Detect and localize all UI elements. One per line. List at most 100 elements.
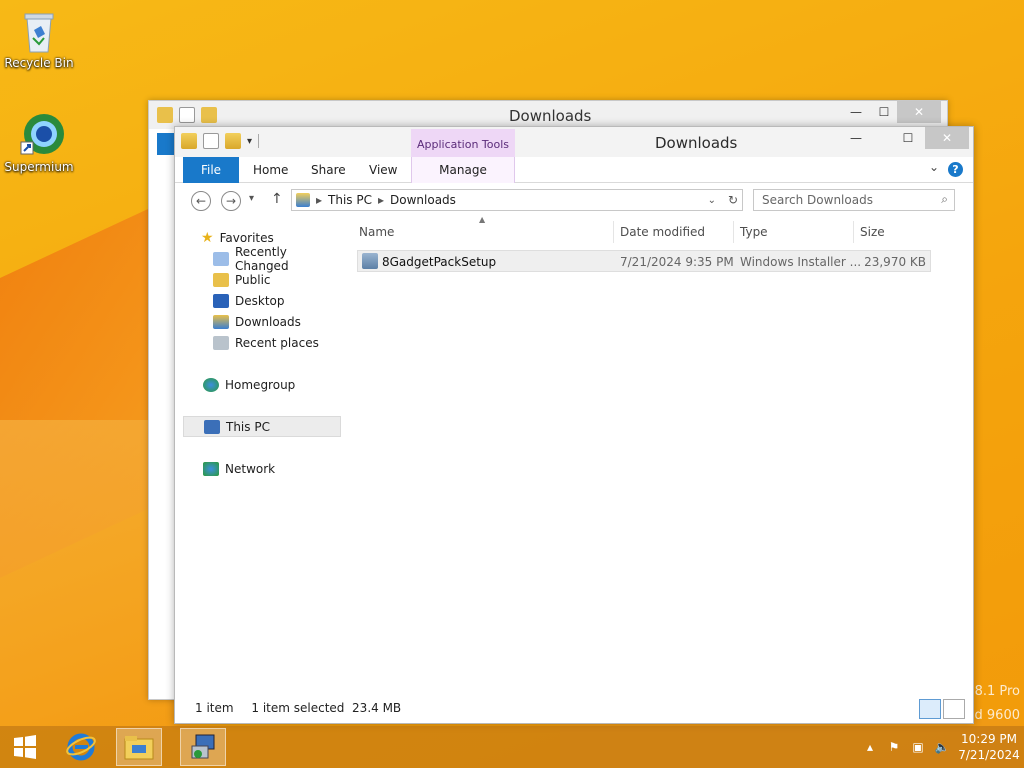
breadcrumb-separator-icon[interactable]: ▸ (378, 193, 384, 207)
customize-toolbar-chevron-icon[interactable]: ▾ (247, 136, 252, 147)
column-header-date[interactable]: Date modified (620, 225, 705, 239)
up-arrow-icon[interactable]: ↑ (271, 191, 283, 207)
window-title: Downloads (655, 134, 738, 152)
downloads-folder-icon (213, 314, 229, 329)
sort-ascending-icon: ▲ (479, 215, 486, 224)
properties-icon[interactable] (179, 107, 195, 123)
nav-desktop[interactable]: Desktop (183, 290, 341, 311)
column-divider[interactable] (853, 221, 854, 243)
help-icon[interactable]: ? (948, 162, 963, 177)
supermium-icon (19, 112, 64, 156)
file-explorer-icon (124, 736, 154, 760)
tab-view[interactable]: View (369, 157, 397, 183)
new-folder-icon[interactable] (225, 133, 241, 149)
search-icon[interactable]: ⌕ (941, 192, 948, 207)
tab-share[interactable]: Share (311, 157, 346, 183)
toolbar-divider (258, 134, 260, 148)
contextual-tab-group-header: Application Tools (411, 129, 515, 157)
file-explorer-button[interactable] (116, 728, 162, 766)
details-view-icon[interactable] (919, 699, 941, 719)
close-button[interactable]: ✕ (925, 127, 969, 149)
large-icons-view-icon[interactable] (943, 699, 965, 719)
os-watermark-line2: d 9600 (974, 708, 1020, 723)
nav-label: Favorites (219, 230, 274, 245)
file-date: 7/21/2024 9:35 PM (620, 255, 734, 269)
nav-label: Desktop (235, 293, 285, 308)
start-button[interactable] (2, 728, 48, 766)
new-folder-icon[interactable] (201, 107, 217, 123)
title-bar[interactable]: ▾ Application Tools Downloads — ☐ ✕ (175, 127, 973, 157)
system-tray: ▴ ⚑ ▣ 🔈 10:29 PM 7/21/2024 (858, 726, 1024, 768)
nav-recently-changed[interactable]: Recently Changed (183, 245, 341, 273)
close-button[interactable]: ✕ (897, 101, 941, 123)
nav-network[interactable]: Network (183, 458, 341, 479)
nav-label: This PC (226, 419, 270, 434)
properties-icon[interactable] (203, 133, 219, 149)
view-toggle (919, 699, 965, 719)
status-selection: 1 item selected 23.4 MB (251, 701, 402, 715)
taskbar: ▴ ⚑ ▣ 🔈 10:29 PM 7/21/2024 (0, 726, 1024, 768)
breadcrumb-downloads[interactable]: Downloads (390, 193, 456, 207)
tab-home[interactable]: Home (253, 157, 288, 183)
clock-date: 7/21/2024 (958, 748, 1020, 762)
network-status-icon[interactable]: ▣ (909, 740, 927, 754)
tab-manage[interactable]: Manage (411, 157, 515, 183)
tab-file[interactable]: File (183, 157, 239, 183)
file-type: Windows Installer ... (740, 255, 862, 269)
clock-time: 10:29 PM (961, 732, 1017, 746)
nav-label: Network (225, 461, 276, 476)
installer-icon (191, 734, 215, 759)
column-header-name[interactable]: Name (359, 225, 394, 239)
status-item-count: 1 item (195, 701, 234, 715)
os-watermark-line1: 8.1 Pro (974, 684, 1020, 699)
status-bar: 1 item 1 item selected 23.4 MB (195, 701, 401, 715)
ribbon-tabs: File Home Share View Manage ⌄ ? (175, 157, 973, 183)
show-hidden-icons-icon[interactable]: ▴ (861, 740, 879, 754)
address-dropdown-icon[interactable]: ⌄ (708, 195, 716, 206)
nav-homegroup[interactable]: Homegroup (183, 374, 341, 395)
nav-label: Homegroup (225, 377, 296, 392)
desktop-icon-label: Recycle Bin (4, 56, 74, 70)
action-center-flag-icon[interactable]: ⚑ (885, 740, 903, 754)
search-placeholder: Search Downloads (762, 193, 873, 207)
refresh-icon[interactable]: ↻ (728, 193, 738, 207)
column-header-type[interactable]: Type (740, 225, 768, 239)
minimize-button[interactable]: — (837, 127, 875, 149)
installer-taskbar-button[interactable] (180, 728, 226, 766)
volume-muted-icon[interactable]: 🔈 (933, 740, 951, 754)
recent-places-icon (213, 335, 229, 350)
breadcrumb-separator-icon: ▸ (316, 193, 323, 207)
downloads-folder-icon (296, 193, 310, 207)
nav-downloads[interactable]: Downloads (183, 311, 341, 332)
quick-access-toolbar: ▾ (181, 133, 260, 149)
address-bar[interactable]: ▸ This PC ▸ Downloads ⌄ ↻ (291, 189, 743, 211)
column-divider[interactable] (613, 221, 614, 243)
star-icon: ★ (201, 229, 214, 246)
file-row[interactable]: 8GadgetPackSetup 7/21/2024 9:35 PM Windo… (357, 250, 931, 272)
back-button[interactable]: ← (191, 191, 211, 211)
installer-icon (362, 253, 378, 269)
expand-ribbon-chevron-icon[interactable]: ⌄ (929, 160, 939, 174)
internet-explorer-button[interactable] (58, 728, 104, 766)
quick-access-toolbar (157, 107, 217, 123)
nav-public[interactable]: Public (183, 269, 341, 290)
desktop-icon-recycle-bin[interactable]: Recycle Bin (0, 8, 78, 70)
column-divider[interactable] (733, 221, 734, 243)
computer-icon (204, 419, 220, 434)
nav-recent-places[interactable]: Recent places (183, 332, 341, 353)
desktop-icon-supermium[interactable]: Supermium (0, 112, 78, 174)
explorer-window[interactable]: ▾ Application Tools Downloads — ☐ ✕ File… (174, 126, 974, 724)
search-input[interactable]: Search Downloads ⌕ (753, 189, 955, 211)
breadcrumb-this-pc[interactable]: This PC (328, 193, 372, 207)
nav-this-pc[interactable]: This PC (183, 416, 341, 437)
navigation-bar: ← → ▾ ↑ ▸ This PC ▸ Downloads ⌄ ↻ Search… (175, 183, 973, 215)
file-name: 8GadgetPackSetup (382, 255, 497, 269)
title-bar[interactable]: Downloads — ☐ ✕ (149, 101, 947, 129)
column-header-size[interactable]: Size (860, 225, 885, 239)
forward-button[interactable]: → (221, 191, 241, 211)
clock[interactable]: 10:29 PM 7/21/2024 (954, 731, 1024, 763)
folder-icon (181, 133, 197, 149)
recent-locations-chevron-icon[interactable]: ▾ (249, 193, 254, 204)
nav-label: Downloads (235, 314, 301, 329)
maximize-button[interactable]: ☐ (889, 127, 927, 149)
